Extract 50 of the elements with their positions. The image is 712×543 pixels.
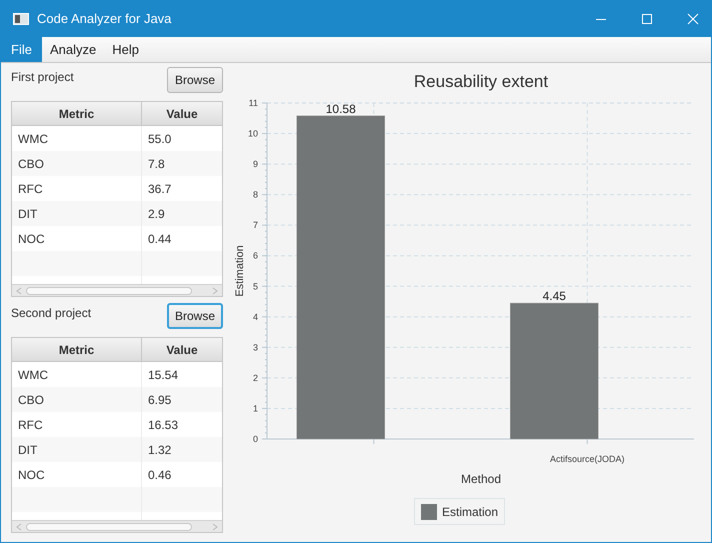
- maximize-icon[interactable]: [641, 13, 653, 25]
- menu-item[interactable]: File: [1, 37, 42, 62]
- tick-label: 3: [252, 342, 258, 352]
- table-cell-text: 6.95: [147, 392, 172, 408]
- scroll-left-icon[interactable]: [16, 522, 22, 530]
- window-title: Code Analyzer for Java: [37, 10, 172, 28]
- legend-label: Estimation: [442, 505, 498, 519]
- table-cell-text: 7.8: [147, 156, 166, 172]
- tick-label: 7: [252, 220, 258, 230]
- tick-label: 8: [252, 190, 258, 200]
- table-cell-text: 55.0: [147, 130, 172, 148]
- browse-button[interactable]: Browse: [167, 303, 223, 329]
- value-label: 4.45: [542, 289, 566, 304]
- axis-title: Method: [460, 472, 502, 486]
- tick-label: 0: [252, 434, 258, 444]
- table-cell-text: 15.54: [147, 366, 180, 384]
- value-label: 10.58: [326, 102, 356, 116]
- close-icon[interactable]: [687, 13, 699, 25]
- tick-label: 1: [252, 403, 258, 414]
- scroll-right-icon[interactable]: [212, 286, 218, 294]
- column-header[interactable]: Value: [142, 102, 222, 125]
- table-cell-text: 2.9: [147, 206, 166, 222]
- menu-item[interactable]: Analyze: [42, 37, 104, 62]
- tick-label: 6: [252, 250, 258, 261]
- table-cell-text: 16.53: [147, 416, 180, 434]
- menu-item[interactable]: Help: [104, 37, 147, 62]
- column-header[interactable]: Metric: [12, 338, 142, 361]
- table-cell-text: 1.32: [147, 442, 172, 458]
- tick-label: 5: [252, 281, 258, 292]
- project-label: First project: [11, 69, 74, 86]
- tick-label: 10: [248, 128, 258, 139]
- browse-button[interactable]: Browse: [167, 67, 223, 93]
- scroll-right-icon[interactable]: [212, 522, 218, 530]
- category-label: Actifsource(JODA): [550, 454, 624, 464]
- scroll-left-icon[interactable]: [16, 286, 22, 294]
- table-cell-text: 0.44: [147, 230, 172, 248]
- column-header[interactable]: Metric: [12, 102, 142, 125]
- horizontal-scrollbar[interactable]: [12, 520, 222, 532]
- axis-title: Estimation: [234, 245, 246, 297]
- horizontal-scrollbar[interactable]: [12, 284, 222, 296]
- table-cell-text: 0.46: [147, 466, 172, 484]
- tick-label: 9: [252, 159, 258, 170]
- column-header[interactable]: Value: [142, 338, 222, 361]
- tick-label: 11: [248, 98, 258, 108]
- table-cell-text: 36.7: [147, 180, 172, 198]
- chart-title: Reusability extent: [414, 72, 548, 91]
- project-label: Second project: [11, 305, 92, 322]
- tick-label: 4: [252, 312, 258, 322]
- tick-label: 2: [252, 372, 258, 383]
- app-icon: [13, 13, 29, 25]
